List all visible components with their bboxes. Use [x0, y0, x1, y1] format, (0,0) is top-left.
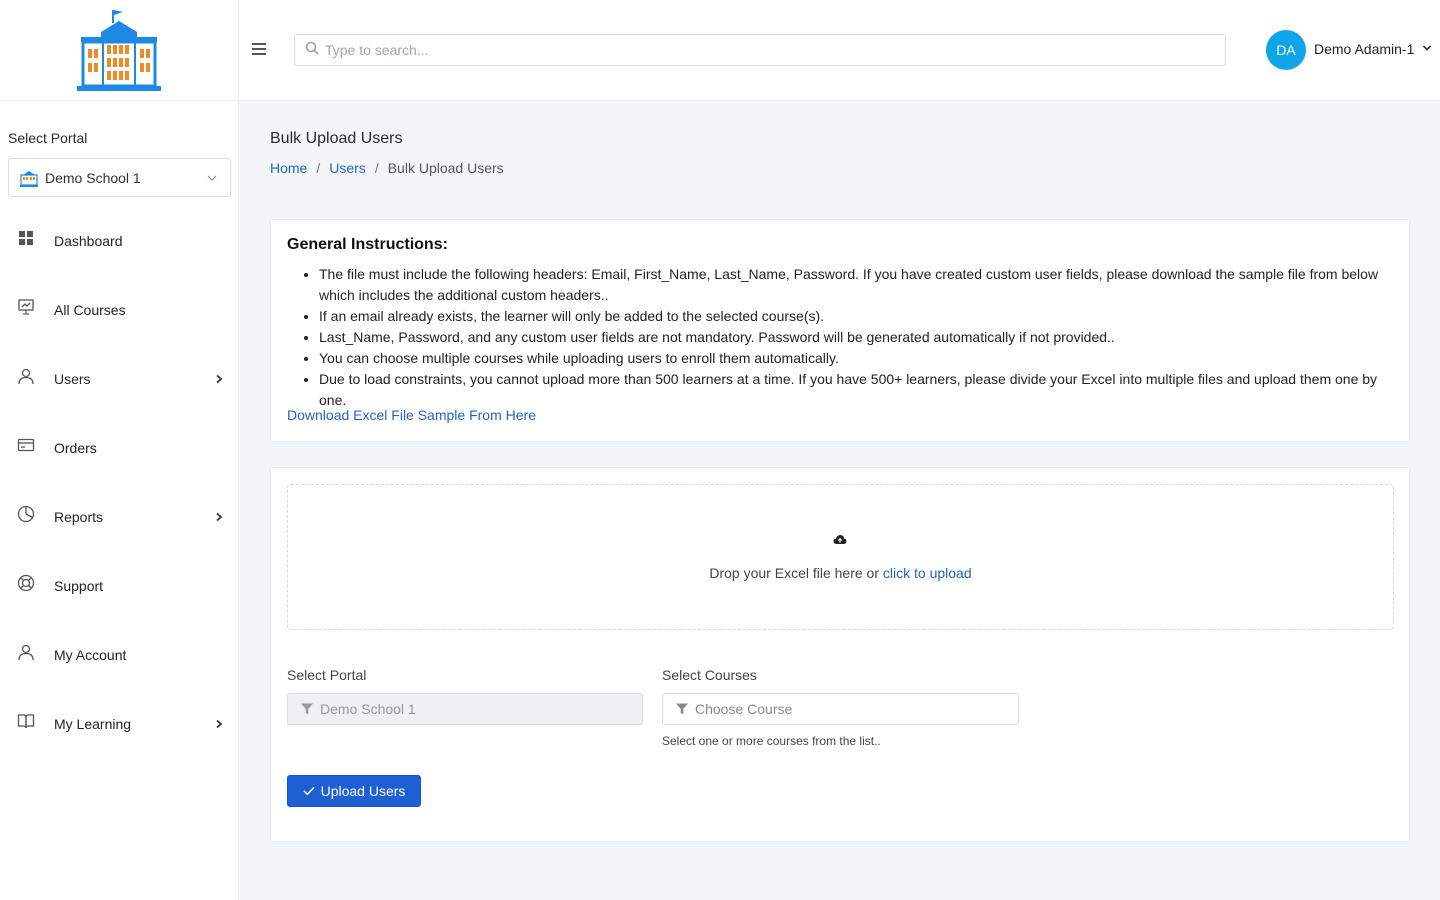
list-item: Last_Name, Password, and any custom user… [319, 327, 1399, 348]
sidebar-item-support[interactable]: Support [0, 551, 239, 620]
download-sample-link[interactable]: Download Excel File Sample From Here [287, 407, 536, 423]
upload-users-button-label: Upload Users [320, 783, 406, 799]
courses-select-placeholder: Choose Course [695, 701, 793, 717]
portal-field[interactable]: Demo School 1 [287, 693, 643, 725]
list-item: If an email already exists, the learner … [319, 306, 1399, 327]
search-box [294, 34, 1226, 66]
dashboard-icon [16, 228, 36, 248]
list-item: The file must include the following head… [319, 264, 1399, 306]
file-dropzone[interactable]: Drop your Excel file here or click to up… [287, 484, 1394, 630]
portal-select-value: Demo School 1 [45, 169, 141, 186]
select-portal-label: Select Portal [8, 130, 88, 146]
user-icon [16, 366, 36, 386]
hamburger-menu-icon[interactable] [251, 42, 267, 61]
filter-icon [675, 702, 689, 716]
cloud-upload-icon [833, 533, 847, 551]
sidebar-item-label: All Courses [54, 301, 126, 318]
sidebar-nav: Dashboard All Courses Users Orders Repor… [0, 206, 239, 758]
sidebar-item-reports[interactable]: Reports [0, 482, 239, 551]
upload-users-button[interactable]: Upload Users [287, 775, 421, 807]
breadcrumb-separator: / [316, 160, 321, 176]
sidebar-item-label: Users [54, 370, 91, 387]
upload-card: Drop your Excel file here or click to up… [270, 467, 1410, 842]
sidebar-item-all-courses[interactable]: All Courses [0, 275, 239, 344]
list-item: You can choose multiple courses while up… [319, 348, 1399, 369]
filter-icon [300, 702, 314, 716]
sidebar-item-label: Reports [54, 508, 104, 525]
breadcrumb-home-link[interactable]: Home [270, 160, 307, 176]
search-icon [305, 41, 319, 60]
top-header: DA Demo Adamin-1 [239, 0, 1440, 101]
check-icon [303, 786, 315, 796]
chevron-right-icon [214, 509, 224, 527]
chevron-right-icon [214, 716, 224, 734]
dropzone-text: Drop your Excel file here or click to up… [288, 565, 1393, 581]
sidebar-item-label: My Learning [54, 715, 132, 732]
click-to-upload-link[interactable]: click to upload [883, 565, 972, 581]
user-name: Demo Adamin-1 [1314, 41, 1415, 57]
courses-select[interactable]: Choose Course [662, 693, 1019, 725]
sidebar-item-label: Orders [54, 439, 97, 456]
chevron-down-icon [1422, 40, 1432, 58]
sidebar-item-my-account[interactable]: My Account [0, 620, 239, 689]
sidebar: Select Portal Demo School 1 Dashboard Al… [0, 0, 239, 900]
page-title: Bulk Upload Users [270, 130, 403, 147]
sidebar-item-label: Dashboard [54, 232, 123, 249]
user-icon [16, 642, 36, 662]
book-icon [16, 711, 36, 731]
sidebar-item-label: My Account [54, 646, 127, 663]
breadcrumb: Home / Users / Bulk Upload Users [270, 160, 504, 176]
breadcrumb-separator: / [374, 160, 379, 176]
chevron-down-icon [206, 171, 218, 187]
instructions-title: General Instructions: [287, 236, 448, 253]
pie-chart-icon [16, 504, 36, 524]
sidebar-item-dashboard[interactable]: Dashboard [0, 206, 239, 275]
portal-select[interactable]: Demo School 1 [8, 158, 231, 197]
sidebar-item-my-learning[interactable]: My Learning [0, 689, 239, 758]
breadcrumb-users-link[interactable]: Users [329, 160, 366, 176]
select-portal-field-label: Select Portal [287, 667, 367, 683]
drop-text-prefix: Drop your Excel file here or [709, 565, 880, 581]
portal-field-value: Demo School 1 [320, 701, 416, 717]
courses-help-text: Select one or more courses from the list… [662, 734, 881, 748]
search-input[interactable] [325, 42, 1205, 58]
sidebar-item-orders[interactable]: Orders [0, 413, 239, 482]
sidebar-item-users[interactable]: Users [0, 344, 239, 413]
avatar: DA [1266, 30, 1306, 70]
chevron-right-icon [214, 371, 224, 389]
user-menu[interactable]: DA Demo Adamin-1 [1266, 30, 1432, 70]
credit-card-icon [16, 435, 36, 455]
school-icon [19, 168, 39, 188]
school-logo[interactable] [74, 7, 164, 93]
presentation-icon [16, 297, 36, 317]
instructions-card: General Instructions: The file must incl… [270, 219, 1410, 442]
sidebar-item-label: Support [54, 577, 104, 594]
logo-area [0, 0, 238, 101]
select-courses-field-label: Select Courses [662, 667, 757, 683]
list-item: Due to load constraints, you cannot uplo… [319, 369, 1399, 411]
lifebuoy-icon [16, 573, 36, 593]
instructions-list: The file must include the following head… [319, 264, 1399, 411]
breadcrumb-current: Bulk Upload Users [387, 160, 504, 176]
